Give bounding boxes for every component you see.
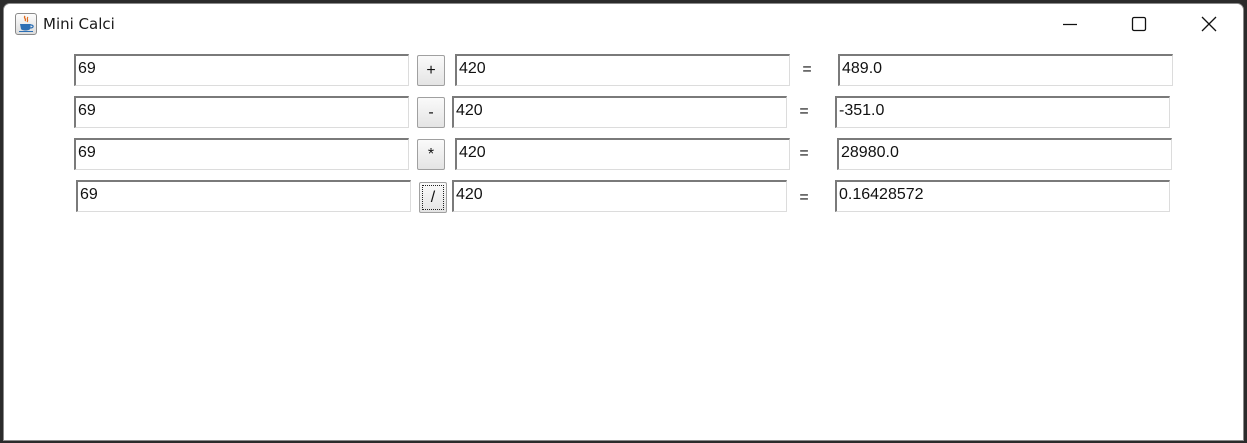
close-icon (1201, 16, 1217, 32)
multiply-button[interactable]: * (417, 139, 445, 170)
close-button[interactable] (1174, 4, 1243, 44)
minimize-button[interactable] (1035, 4, 1105, 44)
result-field-add[interactable]: 489.0 (838, 54, 1173, 86)
calculator-panel: 69 + 420 = 489.0 69 - 420 = -351.0 69 * … (4, 44, 1243, 440)
maximize-icon (1131, 16, 1147, 32)
operand-a-field-add[interactable]: 69 (74, 54, 409, 86)
operand-b-field-divide[interactable]: 420 (452, 180, 787, 212)
operand-a-field-subtract[interactable]: 69 (74, 96, 409, 128)
equals-label-divide: = (799, 189, 809, 206)
divide-button[interactable]: / (419, 182, 447, 213)
result-field-divide[interactable]: 0.16428572 (835, 180, 1170, 212)
add-button[interactable]: + (417, 55, 445, 86)
java-coffee-cup-icon[interactable] (15, 13, 37, 35)
operand-b-field-subtract[interactable]: 420 (452, 96, 787, 128)
result-field-multiply[interactable]: 28980.0 (837, 138, 1172, 170)
window-title: Mini Calci (43, 15, 115, 33)
operand-b-field-add[interactable]: 420 (455, 54, 790, 86)
minimize-icon (1063, 23, 1077, 26)
operand-a-field-multiply[interactable]: 69 (74, 138, 409, 170)
operand-a-field-divide[interactable]: 69 (76, 180, 411, 212)
result-field-subtract[interactable]: -351.0 (835, 96, 1170, 128)
app-window: Mini Calci 69 + 420 = 489.0 69 - 420 = -… (3, 3, 1244, 441)
equals-label-subtract: = (799, 103, 809, 120)
title-bar[interactable]: Mini Calci (4, 4, 1243, 44)
subtract-button[interactable]: - (417, 97, 445, 128)
equals-label-add: = (802, 61, 812, 78)
maximize-button[interactable] (1104, 4, 1174, 44)
operand-b-field-multiply[interactable]: 420 (455, 138, 790, 170)
equals-label-multiply: = (799, 145, 809, 162)
